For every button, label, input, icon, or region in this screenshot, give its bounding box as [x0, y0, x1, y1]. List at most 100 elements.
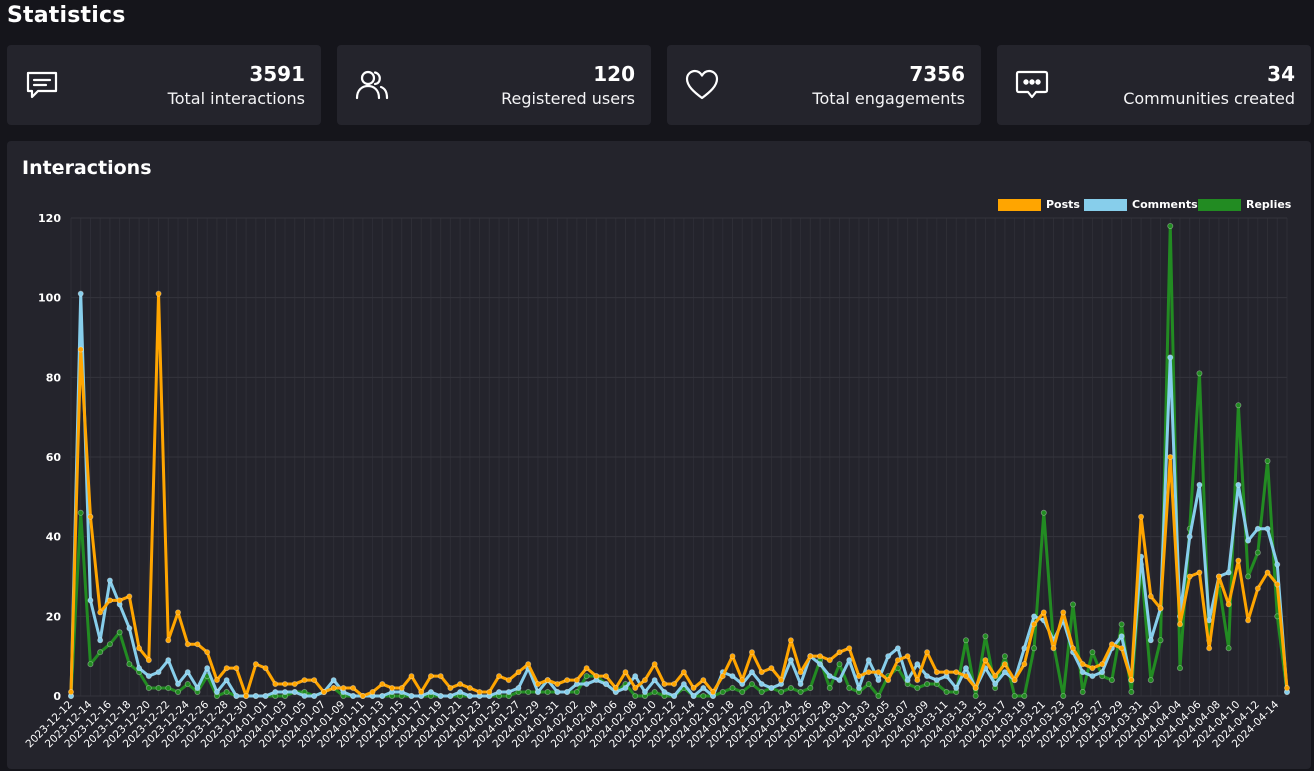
data-point-posts [126, 593, 133, 600]
data-point-replies [826, 685, 833, 692]
data-point-posts [340, 685, 347, 692]
data-point-posts [933, 669, 940, 676]
data-point-posts [904, 653, 911, 660]
data-point-comments [291, 689, 298, 696]
data-point-comments [962, 665, 969, 672]
data-point-posts [700, 677, 707, 684]
data-point-posts [612, 685, 619, 692]
data-point-posts [165, 637, 172, 644]
stat-label: Communities created [1123, 89, 1295, 108]
data-point-comments [145, 673, 152, 680]
data-point-comments [1031, 613, 1038, 620]
data-point-comments [904, 677, 911, 684]
data-point-posts [690, 685, 697, 692]
data-point-comments [894, 645, 901, 652]
data-point-posts [398, 685, 405, 692]
data-point-posts [943, 669, 950, 676]
data-point-comments [350, 693, 357, 700]
data-point-posts [1099, 661, 1106, 668]
data-point-comments [252, 693, 259, 700]
data-point-comments [77, 290, 84, 297]
data-point-replies [1167, 222, 1174, 229]
legend-swatch-replies [1198, 199, 1241, 211]
data-point-replies [875, 693, 882, 700]
data-point-posts [972, 685, 979, 692]
data-point-comments [1235, 481, 1242, 488]
data-point-comments [1206, 617, 1213, 624]
data-point-posts [603, 673, 610, 680]
data-point-posts [797, 669, 804, 676]
data-point-comments [924, 673, 931, 680]
y-tick-label: 20 [46, 610, 62, 623]
data-point-posts [466, 685, 473, 692]
data-point-replies [632, 693, 639, 700]
legend-swatch-comments [1084, 199, 1127, 211]
data-point-comments [885, 653, 892, 660]
data-point-posts [846, 645, 853, 652]
data-point-posts [1069, 645, 1076, 652]
data-point-posts [1215, 573, 1222, 580]
data-point-posts [807, 653, 814, 660]
data-point-comments [447, 693, 454, 700]
data-point-replies [223, 689, 230, 696]
data-point-replies [1069, 601, 1076, 608]
data-point-posts [1206, 645, 1213, 652]
data-point-comments [466, 693, 473, 700]
data-point-posts [1060, 609, 1067, 616]
stat-card-total-engagements: 7356 Total engagements [667, 45, 981, 125]
data-point-replies [651, 689, 658, 696]
data-point-replies [1060, 693, 1067, 700]
message-dots-icon [1014, 67, 1050, 103]
data-point-comments [87, 597, 94, 604]
data-point-replies [1011, 693, 1018, 700]
data-point-comments [1186, 533, 1193, 540]
data-point-posts [1021, 661, 1028, 668]
data-point-posts [243, 693, 250, 700]
data-point-replies [748, 681, 755, 688]
data-point-posts [252, 661, 259, 668]
data-point-replies [982, 633, 989, 640]
data-point-replies [573, 689, 580, 696]
data-point-comments [661, 689, 668, 696]
stat-value: 120 [593, 62, 635, 86]
data-point-replies [719, 689, 726, 696]
data-point-replies [797, 689, 804, 696]
legend-label-posts: Posts [1046, 198, 1080, 211]
data-point-replies [1128, 689, 1135, 696]
data-point-posts [1264, 569, 1271, 576]
data-point-replies [77, 509, 84, 516]
data-point-comments [768, 685, 775, 692]
series-line-replies [69, 224, 1289, 698]
data-point-comments [427, 689, 434, 696]
data-point-posts [1274, 581, 1281, 588]
data-point-posts [1186, 573, 1193, 580]
data-point-replies [1021, 693, 1028, 700]
data-point-comments [1147, 637, 1154, 644]
data-point-comments [836, 677, 843, 684]
data-point-posts [204, 649, 211, 656]
data-point-posts [369, 689, 376, 696]
data-point-replies [962, 637, 969, 644]
data-point-posts [817, 653, 824, 660]
data-point-comments [1001, 669, 1008, 676]
y-tick-label: 40 [46, 531, 62, 544]
data-point-posts [962, 673, 969, 680]
interactions-panel: Interactions 0 20 40 60 80 100 120 2023-12-12 20… [7, 141, 1311, 769]
data-point-replies [87, 661, 94, 668]
data-point-comments [729, 673, 736, 680]
data-point-comments [496, 689, 503, 696]
data-point-posts [1108, 641, 1115, 648]
data-point-posts [632, 685, 639, 692]
data-point-posts [175, 609, 182, 616]
legend-swatch-posts [998, 199, 1041, 211]
data-point-comments [855, 685, 862, 692]
data-point-replies [700, 693, 707, 700]
stat-value: 3591 [249, 62, 305, 86]
data-point-posts [77, 346, 84, 353]
data-point-posts [768, 665, 775, 672]
data-point-comments [379, 693, 386, 700]
data-point-posts [184, 641, 191, 648]
data-point-comments [272, 689, 279, 696]
data-point-posts [457, 681, 464, 688]
data-point-posts [573, 677, 580, 684]
